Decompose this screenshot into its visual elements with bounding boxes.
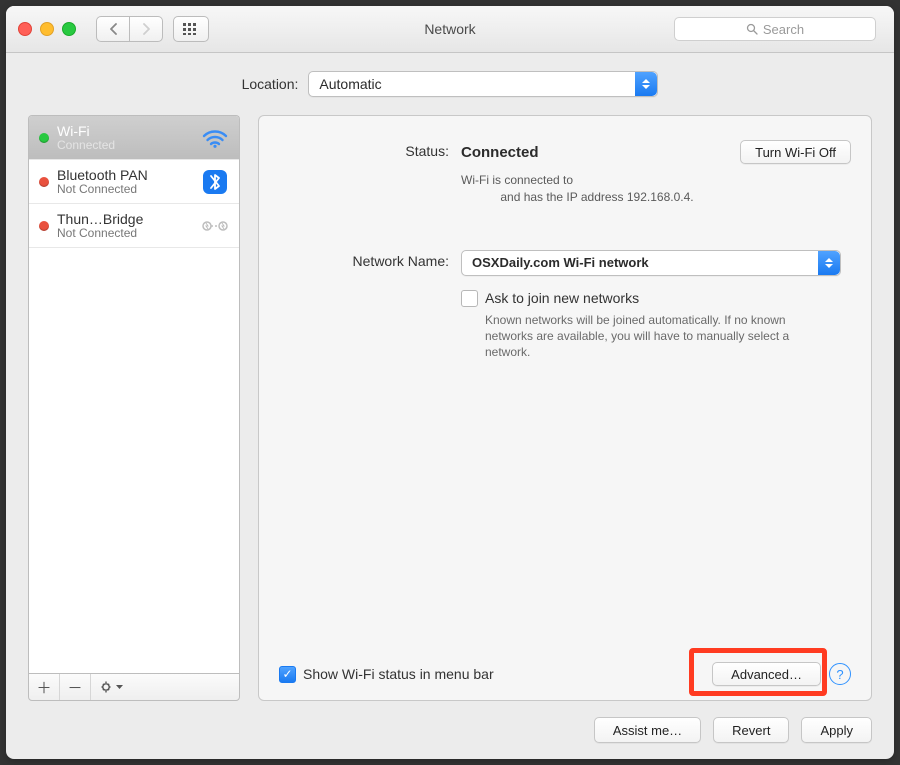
advanced-button[interactable]: Advanced… xyxy=(712,662,821,686)
minimize-button[interactable] xyxy=(40,22,54,36)
select-stepper-icon xyxy=(635,72,657,96)
window-body: Location: Automatic Wi-Fi Connected xyxy=(6,53,894,759)
status-dot-icon xyxy=(39,177,49,187)
toggle-wifi-button[interactable]: Turn Wi-Fi Off xyxy=(740,140,851,164)
service-name: Wi-Fi xyxy=(57,123,193,139)
service-name: Bluetooth PAN xyxy=(57,167,193,183)
service-actions-menu[interactable] xyxy=(91,674,131,700)
network-name-select[interactable]: OSXDaily.com Wi-Fi network xyxy=(461,250,841,276)
ask-to-join-label: Ask to join new networks xyxy=(485,290,639,306)
ask-to-join-checkbox[interactable] xyxy=(461,290,478,307)
close-button[interactable] xyxy=(18,22,32,36)
location-value: Automatic xyxy=(319,76,381,92)
service-status: Not Connected xyxy=(57,183,193,197)
status-value: Connected xyxy=(461,144,539,161)
thunderbolt-bridge-icon xyxy=(201,212,229,240)
assist-me-button[interactable]: Assist me… xyxy=(594,717,701,743)
revert-button[interactable]: Revert xyxy=(713,717,789,743)
status-dot-icon xyxy=(39,133,49,143)
status-dot-icon xyxy=(39,221,49,231)
titlebar: Network Search xyxy=(6,6,894,53)
wifi-icon xyxy=(201,124,229,152)
network-name-value: OSXDaily.com Wi-Fi network xyxy=(472,255,649,270)
location-label: Location: xyxy=(242,76,299,92)
help-button[interactable]: ? xyxy=(829,663,851,685)
apply-button[interactable]: Apply xyxy=(801,717,872,743)
network-name-row: Network Name: OSXDaily.com Wi-Fi network… xyxy=(279,250,851,361)
gear-icon xyxy=(100,680,114,694)
service-sidebar: Wi-Fi Connected Bluetooth PAN Not Connec… xyxy=(28,115,240,701)
add-service-button[interactable]: ＋ xyxy=(29,674,60,700)
back-button[interactable] xyxy=(96,16,129,42)
main-split: Wi-Fi Connected Bluetooth PAN Not Connec… xyxy=(28,115,872,701)
window-controls xyxy=(18,22,76,36)
remove-service-button[interactable]: － xyxy=(60,674,91,700)
nav-buttons xyxy=(96,16,163,42)
forward-button[interactable] xyxy=(129,16,163,42)
service-item-wifi[interactable]: Wi-Fi Connected xyxy=(29,116,239,160)
show-all-button[interactable] xyxy=(173,16,209,42)
bottom-buttons: Assist me… Revert Apply xyxy=(28,717,872,743)
service-list-footer: ＋ － xyxy=(28,673,240,701)
chevron-down-icon xyxy=(116,685,123,690)
show-in-menubar-checkbox[interactable] xyxy=(279,666,296,683)
ask-to-join-help: Known networks will be joined automatica… xyxy=(485,312,805,361)
status-row: Status: Connected Turn Wi-Fi Off Wi-Fi i… xyxy=(279,140,851,206)
status-description: Wi-Fi is connected to xxxxxx and has the… xyxy=(461,172,801,206)
search-input[interactable]: Search xyxy=(674,17,876,41)
pane-footer: Show Wi-Fi status in menu bar Advanced… … xyxy=(279,662,851,686)
detail-pane: Status: Connected Turn Wi-Fi Off Wi-Fi i… xyxy=(258,115,872,701)
location-select[interactable]: Automatic xyxy=(308,71,658,97)
service-item-bluetooth-pan[interactable]: Bluetooth PAN Not Connected xyxy=(29,160,239,204)
search-placeholder: Search xyxy=(763,22,804,37)
service-item-thunderbolt-bridge[interactable]: Thun…Bridge Not Connected xyxy=(29,204,239,248)
network-prefs-window: Network Search Location: Automatic xyxy=(6,6,894,759)
search-icon xyxy=(746,23,758,35)
service-status: Connected xyxy=(57,139,193,153)
network-name-label: Network Name: xyxy=(279,250,461,269)
select-stepper-icon xyxy=(818,251,840,275)
service-name: Thun…Bridge xyxy=(57,211,193,227)
zoom-button[interactable] xyxy=(62,22,76,36)
show-in-menubar-label: Show Wi-Fi status in menu bar xyxy=(303,666,494,682)
status-label: Status: xyxy=(279,140,461,159)
service-status: Not Connected xyxy=(57,227,193,241)
bluetooth-icon xyxy=(201,168,229,196)
location-row: Location: Automatic xyxy=(28,71,872,97)
service-list[interactable]: Wi-Fi Connected Bluetooth PAN Not Connec… xyxy=(28,115,240,673)
